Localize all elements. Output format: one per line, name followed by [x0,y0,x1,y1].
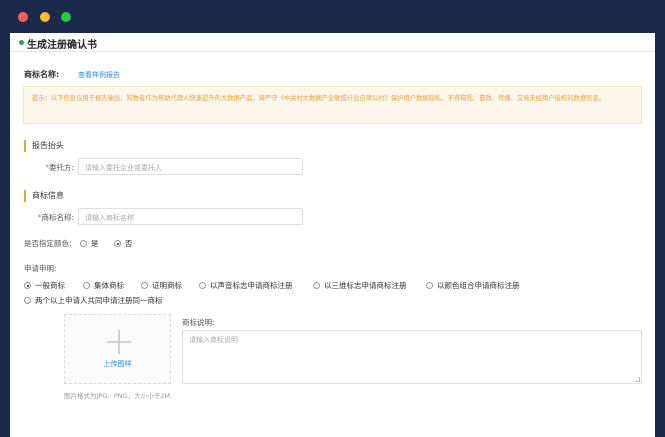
form-panel: 生成注册确认书 商标名称: 查看样例报告 提示：以下信息仅用于报告输出，知数者作… [10,33,655,437]
upload-hint: 图片格式为JPG、PNG，大小小于2M [64,392,170,400]
specify-color-label: 是否指定颜色: [24,239,72,248]
privacy-notice: 提示：以下信息仅用于报告输出，知数者作为帮助代理人快速提升的大数据产品，将严守《… [23,86,642,124]
declaration-option-collective[interactable]: 集体商标 [83,280,124,291]
section-trademark-info: 商标信息 [24,190,64,202]
status-dot-icon [19,40,24,45]
radio-selected-icon [114,240,121,247]
declaration-option-color-combo[interactable]: 以颜色组合申请商标注册 [426,280,520,291]
trademark-name-label: 商标名称: [24,70,60,79]
section-report-header: 报告抬头 [24,140,64,152]
radio-icon [199,282,206,289]
resize-handle-icon[interactable] [635,377,640,382]
upload-image-box[interactable]: 上传图样 [64,314,171,384]
declaration-option-general[interactable]: 一般商标 [24,280,65,291]
close-window-button[interactable] [18,12,28,22]
radio-icon [24,297,31,304]
maximize-window-button[interactable] [61,12,71,22]
radio-icon [80,240,87,247]
client-label: *委托方: [45,163,74,172]
radio-icon [141,282,148,289]
declaration-label: 申请申明: [24,264,57,273]
description-label: 商标说明: [182,318,215,327]
declaration-option-sound[interactable]: 以声音标志申请商标注册 [199,280,293,291]
description-placeholder: 请输入商标说明 [189,336,238,344]
plus-icon [107,330,131,354]
color-option-no[interactable]: 否 [114,238,133,249]
client-input[interactable]: 请输入委托企业或委托人 [78,158,303,175]
app-window: 生成注册确认书 商标名称: 查看样例报告 提示：以下信息仅用于报告输出，知数者作… [0,0,665,437]
panel-header: 生成注册确认书 [10,33,655,52]
trademark-name-input[interactable]: 请输入商标名称 [78,208,303,225]
page-title: 生成注册确认书 [27,40,97,51]
color-option-yes[interactable]: 是 [80,238,99,249]
view-sample-report-link[interactable]: 查看样例报告 [78,70,120,80]
declaration-option-certification[interactable]: 证明商标 [141,280,182,291]
upload-button-label: 上传图样 [103,360,132,368]
window-titlebar [0,0,665,33]
description-textarea[interactable]: 请输入商标说明 [182,330,642,384]
radio-icon [426,282,433,289]
privacy-notice-text: 提示：以下信息仅用于报告输出，知数者作为帮助代理人快速提升的大数据产品，将严守《… [32,95,606,102]
trademark-name-field-label: *商标名称: [37,213,74,222]
minimize-window-button[interactable] [40,12,50,22]
declaration-option-3d[interactable]: 以三维标志申请商标注册 [313,280,407,291]
radio-icon [313,282,320,289]
radio-selected-icon [24,282,31,289]
declaration-option-joint[interactable]: 两个以上申请人共同申请注册同一商标 [24,295,163,306]
radio-icon [83,282,90,289]
